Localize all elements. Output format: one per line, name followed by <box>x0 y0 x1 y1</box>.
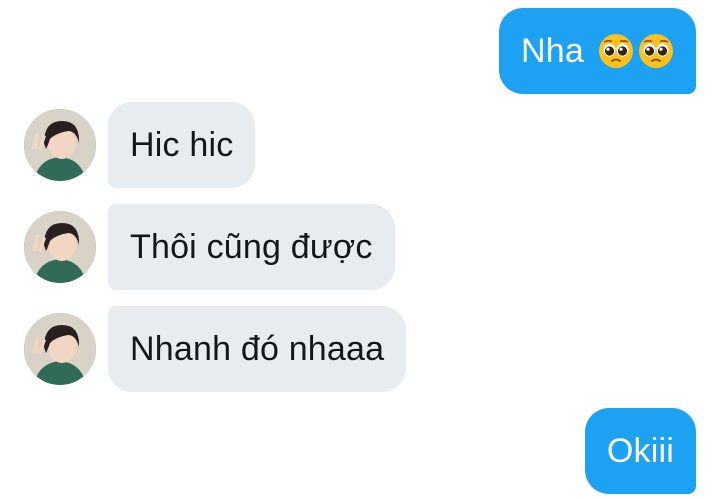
message-row-incoming: Hic hic <box>24 102 256 188</box>
message-row-incoming: Thôi cũng được <box>24 204 395 290</box>
message-text: Hic hic <box>130 126 234 164</box>
message-bubble-incoming[interactable]: Hic hic <box>108 102 256 188</box>
user-avatar[interactable] <box>24 313 96 385</box>
message-row-outgoing: Okiii <box>584 408 696 494</box>
message-text: Okiii <box>606 432 674 470</box>
message-bubble-outgoing[interactable]: Nha <box>499 8 696 94</box>
message-row-incoming: Nhanh đó nhaaa <box>24 306 407 392</box>
conversation-thread: Nha Hic hic Thôi cũng được Nhanh đó nhaa… <box>0 0 720 500</box>
user-avatar[interactable] <box>24 211 96 283</box>
user-avatar[interactable] <box>24 109 96 181</box>
message-row-outgoing: Nha <box>499 8 696 94</box>
message-text: Nha <box>521 32 584 70</box>
pleading-face-icon <box>638 33 674 69</box>
pleading-face-icon <box>598 33 634 69</box>
message-bubble-outgoing[interactable]: Okiii <box>584 408 696 494</box>
message-text: Thôi cũng được <box>130 228 373 266</box>
message-text: Nhanh đó nhaaa <box>130 330 385 368</box>
message-bubble-incoming[interactable]: Thôi cũng được <box>108 204 395 290</box>
message-bubble-incoming[interactable]: Nhanh đó nhaaa <box>108 306 407 392</box>
